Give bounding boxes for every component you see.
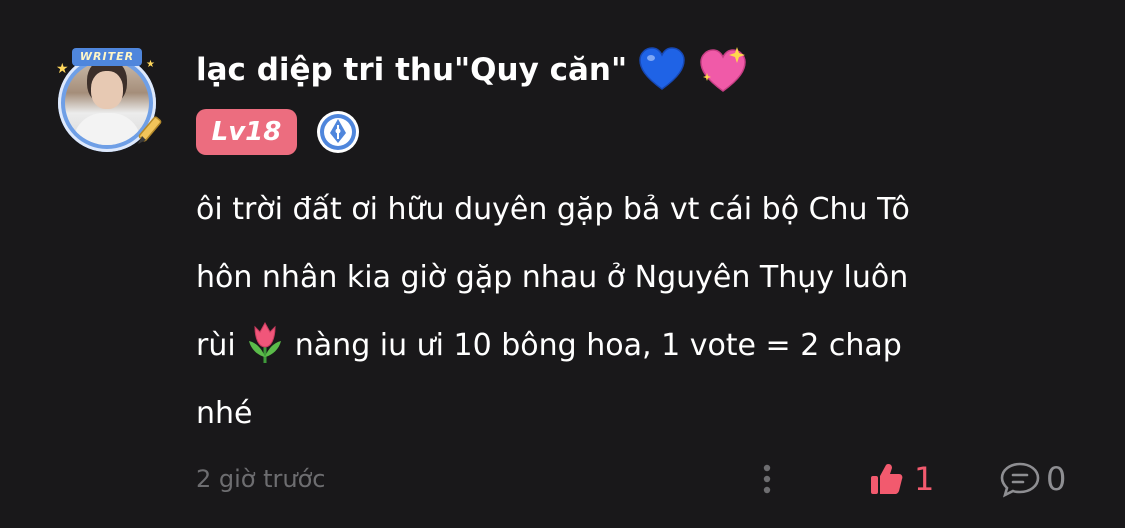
badge-row: Lv18 bbox=[196, 108, 361, 156]
thumbs-up-icon bbox=[871, 464, 903, 494]
speech-bubble-icon bbox=[1000, 462, 1040, 498]
comment-line-with-emoji: rùi nàng iu ưi 10 bông hoa, 1 vote = 2 c… bbox=[196, 312, 1066, 380]
comment-line-start: rùi bbox=[196, 328, 236, 363]
avatar[interactable]: WRITER ★ ★ bbox=[48, 44, 166, 162]
pen-icon bbox=[138, 116, 162, 144]
comment-line-end: nàng iu ưi 10 bông hoa, 1 vote = 2 chap bbox=[294, 328, 902, 363]
sparkling-heart-emoji bbox=[700, 47, 746, 92]
timestamp: 2 giờ trước bbox=[196, 465, 326, 493]
tulip-emoji bbox=[249, 321, 282, 363]
comment-line: ôi trời đất ơi hữu duyên gặp bả vt cái b… bbox=[196, 192, 910, 227]
comment-line: nhé bbox=[196, 396, 253, 431]
star-icon: ★ bbox=[146, 59, 155, 70]
more-options-button[interactable] bbox=[752, 461, 782, 497]
username[interactable]: lạc diệp tri thu"Quy căn" bbox=[196, 52, 627, 88]
comment-line: hôn nhân kia giờ gặp nhau ở Nguyên Thụy … bbox=[196, 260, 909, 295]
like-count: 1 bbox=[914, 460, 935, 498]
blue-heart-emoji bbox=[639, 47, 685, 90]
comment-footer: 2 giờ trước 1 0 bbox=[0, 455, 1125, 503]
fountain-pen-icon bbox=[317, 111, 359, 153]
like-button[interactable]: 1 bbox=[868, 457, 934, 501]
reply-count: 0 bbox=[1046, 460, 1067, 498]
writer-banner: WRITER bbox=[72, 48, 142, 66]
star-icon: ★ bbox=[56, 61, 69, 77]
level-badge: Lv18 bbox=[196, 109, 297, 155]
name-row: lạc diệp tri thu"Quy căn" bbox=[196, 42, 749, 98]
comment-item: WRITER ★ ★ lạc diệp tri thu"Quy căn" Lv1… bbox=[0, 0, 1125, 528]
reply-button[interactable]: 0 bbox=[998, 457, 1066, 501]
comment-body: ôi trời đất ơi hữu duyên gặp bả vt cái b… bbox=[196, 176, 1066, 448]
vertical-dots-icon bbox=[763, 464, 771, 494]
